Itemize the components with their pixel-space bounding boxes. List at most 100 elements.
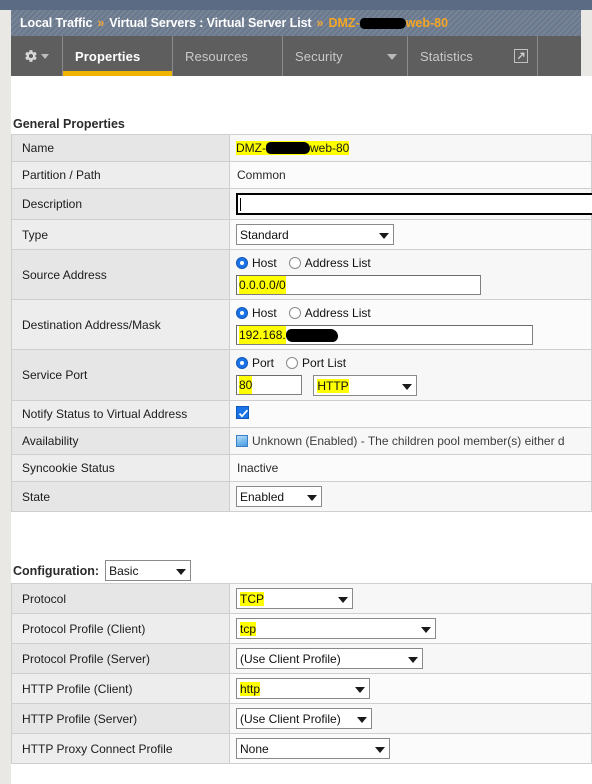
source-address-input[interactable]: 0.0.0.0/0 xyxy=(236,275,481,295)
service-port-protocol-value: HTTP xyxy=(317,378,349,393)
table-row-partition: Partition / Path Common xyxy=(11,161,592,189)
row-label-protocol: Protocol xyxy=(11,583,230,614)
table-row-description: Description xyxy=(11,188,592,220)
state-select-value: Enabled xyxy=(240,489,285,504)
left-gutter xyxy=(0,0,11,784)
service-port-list-radio[interactable] xyxy=(286,357,299,369)
service-port-input[interactable]: 80 xyxy=(236,375,302,395)
table-row-notify-status: Notify Status to Virtual Address xyxy=(11,400,592,429)
row-label-availability: Availability xyxy=(11,427,230,456)
row-label-description: Description xyxy=(11,188,230,220)
destination-address-host-radio[interactable] xyxy=(236,307,248,319)
http-profile-server-value: (Use Client Profile) xyxy=(240,711,341,726)
configuration-mode-select[interactable]: Basic xyxy=(105,560,192,581)
row-value-syncookie: Inactive xyxy=(229,454,592,483)
type-select-value: Standard xyxy=(240,227,289,242)
table-row-http-profile-client: HTTP Profile (Client) http xyxy=(11,673,592,704)
http-proxy-connect-profile-select[interactable]: None xyxy=(236,738,390,759)
http-profile-server-select[interactable]: (Use Client Profile) xyxy=(236,708,372,729)
tab-security-label: Security xyxy=(295,48,343,64)
source-address-value: 0.0.0.0/0 xyxy=(239,276,286,294)
breadcrumb-current-prefix: DMZ- xyxy=(328,16,360,30)
row-label-syncookie: Syncookie Status xyxy=(11,454,230,483)
protocol-value: TCP xyxy=(240,591,264,606)
row-label-source-address: Source Address xyxy=(11,249,230,300)
tab-resources-label: Resources xyxy=(185,48,249,64)
chevron-down-icon xyxy=(408,652,418,666)
service-port-port-radio[interactable] xyxy=(236,357,248,369)
service-port-radio-group: Port Port List xyxy=(236,354,585,372)
breadcrumb-separator-2: » xyxy=(316,16,324,30)
redaction-block xyxy=(266,142,310,154)
service-port-protocol-select[interactable]: HTTP xyxy=(313,375,418,397)
row-value-availability: Unknown (Enabled) - The children pool me… xyxy=(229,427,592,456)
row-value-protocol: TCP xyxy=(229,583,592,614)
row-value-http-profile-client: http xyxy=(229,673,592,704)
chevron-down-icon xyxy=(41,53,49,59)
row-label-type: Type xyxy=(11,219,230,250)
left-gutter-top xyxy=(0,0,11,10)
tab-menu-button[interactable] xyxy=(11,36,63,76)
row-label-destination-address: Destination Address/Mask xyxy=(11,299,230,350)
general-properties-table: Name DMZ-web-80 Partition / Path Common … xyxy=(11,134,592,513)
breadcrumb-separator-1: » xyxy=(97,16,105,30)
tab-properties[interactable]: Properties xyxy=(63,36,173,76)
source-address-list-label: Address List xyxy=(304,256,371,270)
syncookie-value: Inactive xyxy=(237,461,279,476)
destination-address-input[interactable]: 192.168. xyxy=(236,325,533,345)
breadcrumb-section[interactable]: Virtual Servers : Virtual Server List xyxy=(109,16,311,30)
http-proxy-connect-profile-value: None xyxy=(240,741,269,756)
breadcrumb: Local Traffic » Virtual Servers : Virtua… xyxy=(11,10,581,36)
tab-statistics-label: Statistics xyxy=(420,48,474,64)
chevron-down-icon xyxy=(421,622,431,636)
protocol-profile-client-select[interactable]: tcp xyxy=(236,618,436,639)
row-value-destination-address: Host Address List 192.168. xyxy=(229,299,592,350)
chevron-down-icon xyxy=(307,490,317,504)
source-address-host-radio[interactable] xyxy=(236,257,248,269)
configuration-mode-value: Basic xyxy=(109,563,139,578)
configuration-table: Protocol TCP Protocol Profile (Client) t… xyxy=(11,583,592,764)
chevron-down-icon xyxy=(387,54,397,60)
table-row-syncookie: Syncookie Status Inactive xyxy=(11,454,592,483)
tab-resources[interactable]: Resources xyxy=(173,36,283,76)
row-value-service-port: Port Port List 80 HTTP xyxy=(229,348,592,402)
row-value-http-proxy-connect-profile: None xyxy=(229,733,592,764)
right-edge-gutter xyxy=(581,10,592,76)
table-row-availability: Availability Unknown (Enabled) - The chi… xyxy=(11,427,592,456)
description-input[interactable] xyxy=(236,193,592,215)
chevron-down-icon xyxy=(338,592,348,606)
type-select[interactable]: Standard xyxy=(236,224,394,245)
protocol-profile-server-value: (Use Client Profile) xyxy=(240,651,341,666)
table-row-state: State Enabled xyxy=(11,481,592,513)
http-profile-client-select[interactable]: http xyxy=(236,678,370,699)
table-row-source-address: Source Address Host Address List 0.0.0.0… xyxy=(11,249,592,300)
protocol-select[interactable]: TCP xyxy=(236,588,353,609)
chevron-down-icon xyxy=(402,379,413,393)
destination-address-host-label: Host xyxy=(252,306,277,320)
source-address-list-radio[interactable] xyxy=(288,257,301,269)
row-value-description xyxy=(229,188,592,220)
breadcrumb-current-suffix: web-80 xyxy=(405,16,449,30)
row-value-name: DMZ-web-80 xyxy=(229,134,592,162)
row-value-partition: Common xyxy=(229,161,592,189)
tab-security[interactable]: Security xyxy=(283,36,408,76)
protocol-profile-server-select[interactable]: (Use Client Profile) xyxy=(236,648,423,669)
source-address-host-label: Host xyxy=(252,256,277,270)
status-unknown-icon xyxy=(236,435,248,448)
row-label-http-proxy-connect-profile: HTTP Proxy Connect Profile xyxy=(11,733,230,764)
tab-bar: Properties Resources Security Statistics xyxy=(11,36,581,76)
row-value-protocol-profile-server: (Use Client Profile) xyxy=(229,643,592,674)
popout-icon[interactable] xyxy=(514,49,528,63)
destination-address-list-radio[interactable] xyxy=(288,307,301,319)
row-value-notify-status xyxy=(229,400,592,429)
virtual-server-name-value: DMZ-web-80 xyxy=(236,141,350,155)
notify-status-checkbox[interactable] xyxy=(236,406,249,420)
tab-statistics[interactable]: Statistics xyxy=(408,36,538,76)
row-label-service-port: Service Port xyxy=(11,348,230,402)
state-select[interactable]: Enabled xyxy=(236,486,322,508)
breadcrumb-root[interactable]: Local Traffic xyxy=(20,16,92,30)
f5-virtual-server-properties-page: Local Traffic » Virtual Servers : Virtua… xyxy=(0,0,592,784)
row-value-source-address: Host Address List 0.0.0.0/0 xyxy=(229,249,592,300)
availability-value: Unknown (Enabled) - The children pool me… xyxy=(252,434,565,449)
row-label-protocol-profile-client: Protocol Profile (Client) xyxy=(11,613,230,644)
